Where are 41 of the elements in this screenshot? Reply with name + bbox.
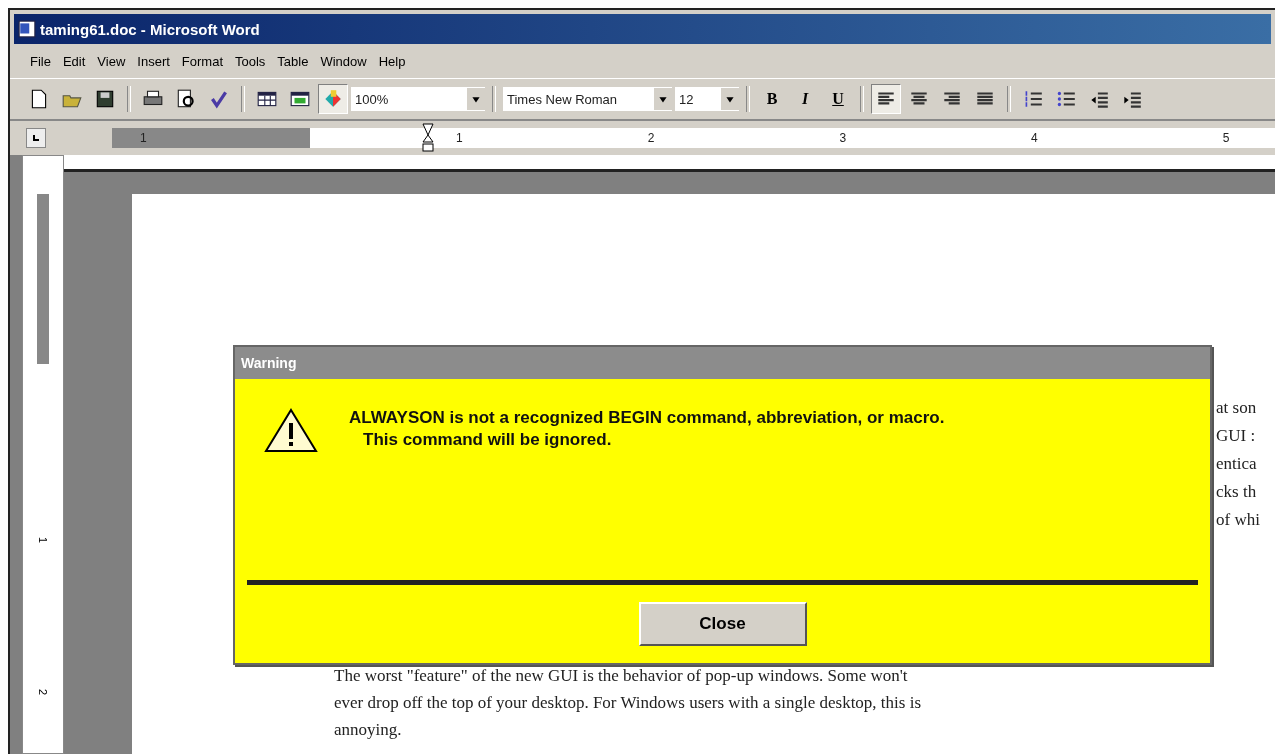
document-icon [18, 20, 36, 38]
bold-button[interactable]: B [757, 84, 787, 114]
italic-button[interactable]: I [790, 84, 820, 114]
warning-message: This command will be ignored. [362, 429, 613, 451]
combo-box[interactable]: Times New Roman [503, 87, 672, 111]
ruler-number: 2 [647, 131, 655, 145]
left-tab-icon[interactable] [31, 133, 41, 143]
window-title: taming61.doc - Microsoft Word [40, 20, 260, 38]
underline-button[interactable]: U [823, 84, 853, 114]
ruler-number: 5 [1222, 131, 1230, 145]
document-text-line: ever drop off the top of your desktop. For Windows users with a single desktop, this is [334, 692, 922, 714]
document-text-line: The worst "feature" of the new GUI is the behavior of pop-up windows. Some won't [334, 665, 909, 687]
ruler-number: 1 [140, 131, 147, 145]
close-button[interactable]: Close [638, 602, 807, 646]
document-text-line: entica [1216, 453, 1258, 475]
menu-item[interactable]: Help [378, 53, 406, 69]
document-text-line: of whi [1216, 509, 1261, 531]
tab-selector[interactable] [26, 128, 46, 148]
document-text-line: cks th [1216, 481, 1258, 503]
menu-item[interactable]: View [97, 53, 126, 69]
document-text-line: at son [1216, 397, 1258, 419]
combo-box[interactable]: 12 [675, 87, 739, 111]
ruler-number: 2 [37, 688, 49, 696]
menu-item[interactable]: File [30, 53, 51, 69]
menu-item[interactable]: Edit [62, 53, 86, 69]
combo-box[interactable]: 100% [351, 87, 485, 111]
warning-message: ALWAYSON is not a recognized BEGIN command, abbreviation, or macro. [349, 407, 945, 429]
indent-marker-icon[interactable] [422, 123, 434, 153]
menu-item[interactable]: Format [181, 53, 223, 69]
menu-item[interactable]: Tools [235, 53, 266, 69]
document-text-line: annoying. [334, 719, 403, 741]
warning-icon [263, 407, 319, 455]
dialog-title: Warning [235, 347, 1210, 379]
ruler-number: 1 [37, 536, 49, 544]
menu-item[interactable]: Insert [137, 53, 170, 69]
ruler-number: 4 [1031, 131, 1038, 145]
document-text-line: GUI : [1216, 425, 1257, 447]
ruler-number: 3 [839, 131, 847, 145]
menu-item[interactable]: Table [277, 53, 309, 69]
menu-item[interactable]: Window [320, 53, 367, 69]
ruler-number: 1 [456, 131, 463, 145]
